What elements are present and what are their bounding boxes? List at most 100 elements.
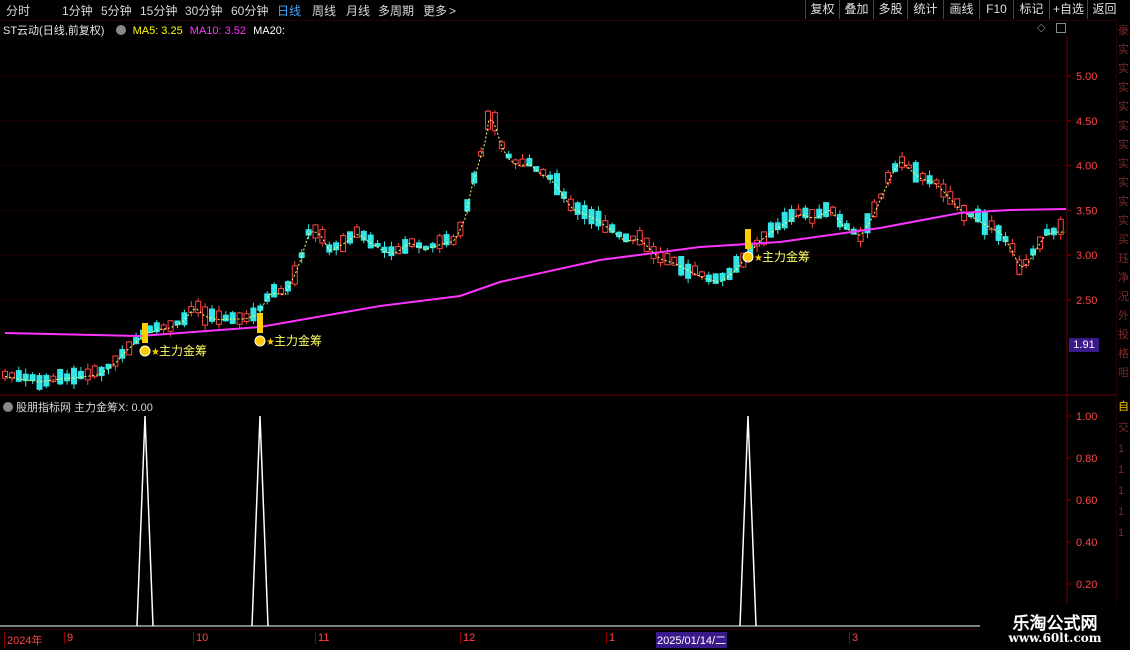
money-bag-icon (742, 251, 754, 263)
date-tick-label: 10 (193, 632, 208, 644)
sidebar-char: 买 (1118, 234, 1129, 246)
kline-chart: ★ 主力金筹★ 主力金筹★ 主力金筹 5.004.504.003.503.002.50… (0, 36, 1116, 630)
indicator-tick-label: 0.80 (1076, 453, 1097, 465)
sidebar-char: 交 (1118, 422, 1129, 434)
candle-body (823, 202, 830, 217)
signal-label: 主力金筹 (274, 333, 322, 348)
candle-body (1043, 228, 1050, 236)
candle-body (222, 314, 229, 322)
candle-body (271, 284, 278, 298)
candle-body (981, 211, 988, 235)
candle-body (409, 238, 416, 247)
candle-body (478, 151, 485, 157)
sidebar-char: 实 (1118, 177, 1129, 189)
price-tick-label: 3.50 (1076, 205, 1097, 217)
sidebar-char: 珏 (1118, 253, 1129, 265)
date-tick-label: 3 (849, 632, 858, 644)
candle-body (947, 191, 954, 205)
candle-body (774, 222, 781, 231)
candle-body (671, 256, 678, 266)
candle-body (278, 288, 284, 295)
sidebar-char: 实 (1118, 82, 1129, 94)
sidebar-char: 实 (1118, 101, 1129, 113)
indicator-tick-label: 0.40 (1076, 537, 1097, 549)
sidebar-char: 实 (1118, 158, 1129, 170)
date-tick-label: 12 (460, 632, 475, 644)
candle-body (347, 231, 353, 244)
sidebar-char: 外 (1118, 310, 1129, 322)
date-tick-label: 11 (315, 632, 329, 644)
candle-body (540, 168, 547, 176)
sidebar-char: 实 (1118, 44, 1129, 56)
candle-body (167, 320, 174, 332)
sidebar-char: 况 (1118, 291, 1129, 303)
sidebar-char: 1 (1118, 485, 1125, 497)
candle-body (809, 209, 816, 224)
ma5-line (4, 118, 1065, 383)
candle-body (36, 375, 43, 390)
candle-body (353, 226, 360, 238)
candle-body (229, 312, 236, 325)
sidebar-char: 实 (1118, 215, 1129, 227)
candle-body (581, 205, 588, 220)
candle-body (15, 370, 22, 382)
candle-body (243, 313, 250, 322)
candle-body (215, 310, 222, 325)
candle-body (767, 222, 774, 238)
candle-body (71, 367, 77, 385)
price-tick-label: 3.00 (1076, 250, 1097, 262)
sidebar-char: 1 (1118, 527, 1125, 539)
candle-body (195, 300, 202, 314)
candle-body (816, 208, 823, 219)
candle-body (126, 341, 133, 356)
price-tick-label: 4.50 (1076, 116, 1097, 128)
date-tick-label: 2024年 (4, 632, 42, 648)
sidebar-char: 净 (1118, 272, 1129, 284)
candle-body (209, 308, 215, 322)
signal-bar (142, 323, 148, 343)
candle-body (429, 243, 436, 249)
candle-body (64, 373, 71, 382)
money-bag-icon (254, 335, 266, 347)
date-tick-label: 9 (64, 632, 73, 644)
candle-body (933, 179, 940, 185)
candle-body (388, 246, 395, 257)
candle-body (685, 263, 692, 279)
candle-body (98, 366, 105, 377)
candle-body (926, 175, 933, 185)
ma10-line (4, 208, 1067, 338)
price-tick-label: 2.50 (1076, 295, 1097, 307)
candle-body (698, 271, 705, 278)
signal-label: 主力金筹 (159, 343, 207, 358)
candle-body (57, 369, 64, 385)
indicator-tick-label: 1.00 (1076, 411, 1097, 423)
signal-bar (257, 313, 263, 333)
candle-body (29, 374, 36, 382)
candle-body (1050, 227, 1057, 236)
candle-body (402, 239, 409, 254)
indicator-spike (136, 415, 154, 627)
signal-label: 主力金筹 (762, 249, 810, 264)
candle-body (843, 223, 850, 230)
candle-body (781, 211, 788, 229)
candle-body (291, 265, 298, 285)
candle-body (50, 375, 57, 382)
price-tick-label: 5.00 (1076, 71, 1097, 83)
candle-body (664, 253, 671, 266)
sidebar-char: 实 (1118, 139, 1129, 151)
candle-body (574, 202, 581, 215)
candle-body (940, 183, 947, 198)
indicator-settings-icon[interactable] (3, 402, 13, 412)
candle-body (836, 214, 843, 228)
indicator-spike (739, 415, 757, 627)
indicator-tick-label: 0.20 (1076, 579, 1097, 591)
date-tick-label: 1 (606, 632, 615, 644)
sidebar-char: 1 (1118, 443, 1125, 455)
candle-body (830, 206, 836, 216)
candle-body (312, 224, 319, 239)
sidebar-char: 自 (1118, 401, 1129, 413)
candle-body (643, 237, 650, 253)
candle-body (367, 234, 374, 249)
indicator-legend: 股朋指标网 主力金筹X: 0.00 (3, 399, 153, 415)
indicator-tick-label: 0.60 (1076, 495, 1097, 507)
